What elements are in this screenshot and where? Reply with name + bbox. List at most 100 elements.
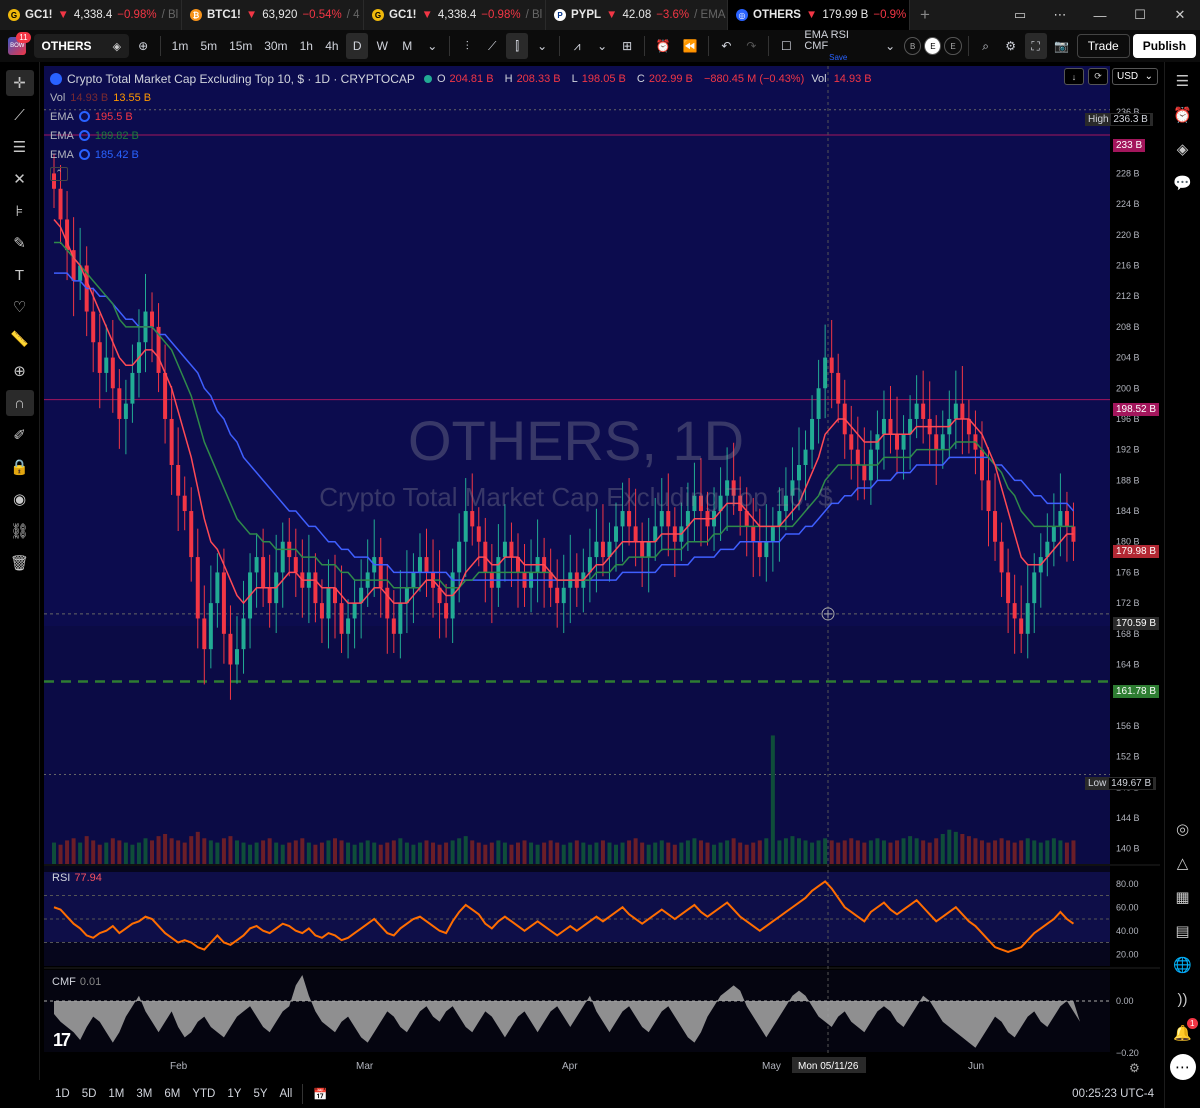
brush-icon[interactable]: ✎ [6, 230, 34, 256]
camera-icon[interactable]: 📷 [1050, 33, 1074, 59]
trade-button[interactable]: Trade [1076, 34, 1130, 58]
close-window-icon[interactable]: ✕ [1160, 0, 1200, 30]
fullscreen-icon[interactable]: ⛶ [1024, 33, 1047, 59]
interval-m[interactable]: M [396, 33, 418, 59]
line-chart-icon[interactable]: ⟋ [481, 33, 503, 59]
watchlist-icon[interactable]: ☰ [1170, 68, 1196, 94]
rsi-label[interactable]: RSI 77.94 [52, 872, 102, 884]
interval-5m[interactable]: 5m [196, 33, 222, 59]
lock-icon[interactable]: 🔒 [6, 454, 34, 480]
publish-button[interactable]: Publish [1132, 34, 1197, 58]
download-icon[interactable]: ↓ [1064, 68, 1084, 85]
tradingview-logo[interactable]: 17 [53, 1030, 71, 1051]
alert-icon[interactable]: ⏰ [651, 33, 675, 59]
bell-icon[interactable]: 🔔 1 [1170, 1018, 1198, 1046]
trend-line-icon[interactable]: ⟋ [6, 102, 34, 128]
add-tab-button[interactable]: + [910, 0, 940, 30]
maximize-icon[interactable]: ☐ [1120, 0, 1160, 30]
indicators-icon[interactable]: ⩘ [566, 33, 588, 59]
redo-icon[interactable]: ↷ [740, 33, 762, 59]
range-1d[interactable]: 1D [50, 1083, 75, 1105]
ruler-icon[interactable]: 📏 [6, 326, 34, 352]
tab-4-active[interactable]: ◎ OTHERS ▼ 179.99 B −0.9% / × [728, 0, 910, 30]
range-5y[interactable]: 5Y [248, 1083, 272, 1105]
symbol-options-icon[interactable]: ◈ [113, 40, 121, 53]
interval-30m[interactable]: 30m [260, 33, 292, 59]
interval-15m[interactable]: 15m [225, 33, 257, 59]
symbol-search[interactable]: OTHERS ◈ [33, 34, 130, 58]
range-all[interactable]: All [275, 1083, 298, 1105]
interval-4h[interactable]: 4h [321, 33, 344, 59]
date-range-icon[interactable]: 📅 [308, 1083, 332, 1105]
bar-chart-icon[interactable]: ⫶ [456, 33, 478, 59]
minimize-icon[interactable]: — [1080, 0, 1120, 30]
templates-icon[interactable]: ⊞ [616, 33, 638, 59]
lock-drawing-icon[interactable]: ✐ [6, 422, 34, 448]
replay-icon[interactable]: ⏪ [678, 33, 702, 59]
chevron-down-icon[interactable]: ⌄ [531, 33, 553, 59]
chart-svg[interactable]: 240 B236 B232 B228 B224 B220 B216 B212 B… [44, 66, 1160, 1078]
fib-icon[interactable]: ☰ [6, 134, 34, 160]
toggle-e-active[interactable]: E [924, 37, 942, 55]
chevron-down-icon[interactable]: ⌄ [879, 33, 901, 59]
tab-2[interactable]: G GC1! ▼ 4,338.4 −0.98% / Bl [364, 0, 546, 30]
tab-3[interactable]: P PYPL ▼ 42.08 −3.6% / EMA [546, 0, 728, 30]
interval-1h[interactable]: 1h [295, 33, 318, 59]
eye-icon[interactable]: ◉ [6, 486, 34, 512]
range-1m[interactable]: 1M [103, 1083, 129, 1105]
chevron-down-icon[interactable]: ⌄ [591, 33, 613, 59]
tab-1[interactable]: ₿ BTC1! ▼ 63,920 −0.54% / 4 [182, 0, 364, 30]
interval-w[interactable]: W [371, 33, 393, 59]
toggle-b[interactable]: B [904, 37, 922, 55]
pattern-icon[interactable]: ✕ [6, 166, 34, 192]
magnet-icon[interactable]: ∩ [5, 390, 34, 416]
range-ytd[interactable]: YTD [187, 1083, 220, 1105]
stream-icon[interactable]: )) [1170, 986, 1196, 1012]
text-icon[interactable]: T [6, 262, 34, 288]
zoom-in-icon[interactable]: ⊕ [6, 358, 34, 384]
ideas-icon[interactable]: △ [1170, 850, 1196, 876]
range-3m[interactable]: 3M [131, 1083, 157, 1105]
forecast-icon[interactable]: ⊧ [6, 198, 34, 224]
legend-main-row[interactable]: Crypto Total Market Cap Excluding Top 10… [50, 69, 880, 88]
alerts-icon[interactable]: ⏰ [1170, 102, 1196, 128]
globe-icon[interactable]: 🌐 [1170, 952, 1196, 978]
compass-icon[interactable]: ◎ [1170, 816, 1196, 842]
news-icon[interactable]: ▤ [1170, 918, 1196, 944]
link-icon[interactable]: ⛓ [6, 518, 34, 544]
legend-ema-row[interactable]: EMA 185.42 B [50, 145, 880, 164]
more-icon[interactable]: ⋯ [1040, 0, 1080, 30]
more-dots-icon[interactable]: ⋯ [1169, 1054, 1196, 1080]
range-6m[interactable]: 6M [159, 1083, 185, 1105]
interval-1m[interactable]: 1m [167, 33, 193, 59]
range-5d[interactable]: 5D [77, 1083, 102, 1105]
cmf-label[interactable]: CMF 0.01 [52, 976, 101, 988]
layout-icon[interactable]: ▭ [1000, 0, 1040, 30]
interval-d[interactable]: D [346, 33, 369, 59]
candlestick-icon[interactable]: ⫿ [506, 33, 529, 59]
crosshair-icon[interactable]: ✛ [5, 70, 34, 96]
compare-icon[interactable]: ⊕ [132, 33, 154, 59]
currency-select[interactable]: USD ⌄ [1112, 68, 1158, 85]
chat-icon[interactable]: 💬 [1170, 170, 1196, 196]
clock[interactable]: 00:25:23 UTC-4 [1072, 1088, 1160, 1100]
range-1y[interactable]: 1Y [222, 1083, 246, 1105]
search-icon[interactable]: ⌕ [975, 33, 997, 59]
layout-name[interactable]: EMA RSI CMF Save [800, 29, 876, 63]
layout-select-icon[interactable]: ☐ [775, 33, 797, 59]
settings-icon[interactable]: ⚙ [1000, 33, 1022, 59]
refresh-icon[interactable]: ⟳ [1088, 68, 1108, 85]
layers-icon[interactable]: ◈ [1170, 136, 1196, 162]
legend-ema-row[interactable]: EMA 189.82 B [50, 126, 880, 145]
chevron-down-icon[interactable]: ⌄ [421, 33, 443, 59]
trash-icon[interactable]: 🗑 [6, 550, 34, 576]
heart-icon[interactable]: ♡ [6, 294, 34, 320]
chart-area[interactable]: 240 B236 B232 B228 B224 B220 B216 B212 B… [44, 66, 1160, 1078]
tab-0[interactable]: G GC1! ▼ 4,338.4 −0.98% / Bl [0, 0, 182, 30]
calendar-icon[interactable]: ▦ [1170, 884, 1196, 910]
legend-volume-row[interactable]: Vol 14.93 B 13.55 B [50, 88, 880, 107]
collapse-legend-icon[interactable]: ⌃ [50, 166, 68, 181]
legend-ema-row[interactable]: EMA 195.5 B [50, 107, 880, 126]
avatar[interactable]: BOW 11 [4, 32, 31, 60]
toggle-e[interactable]: E [944, 37, 962, 55]
